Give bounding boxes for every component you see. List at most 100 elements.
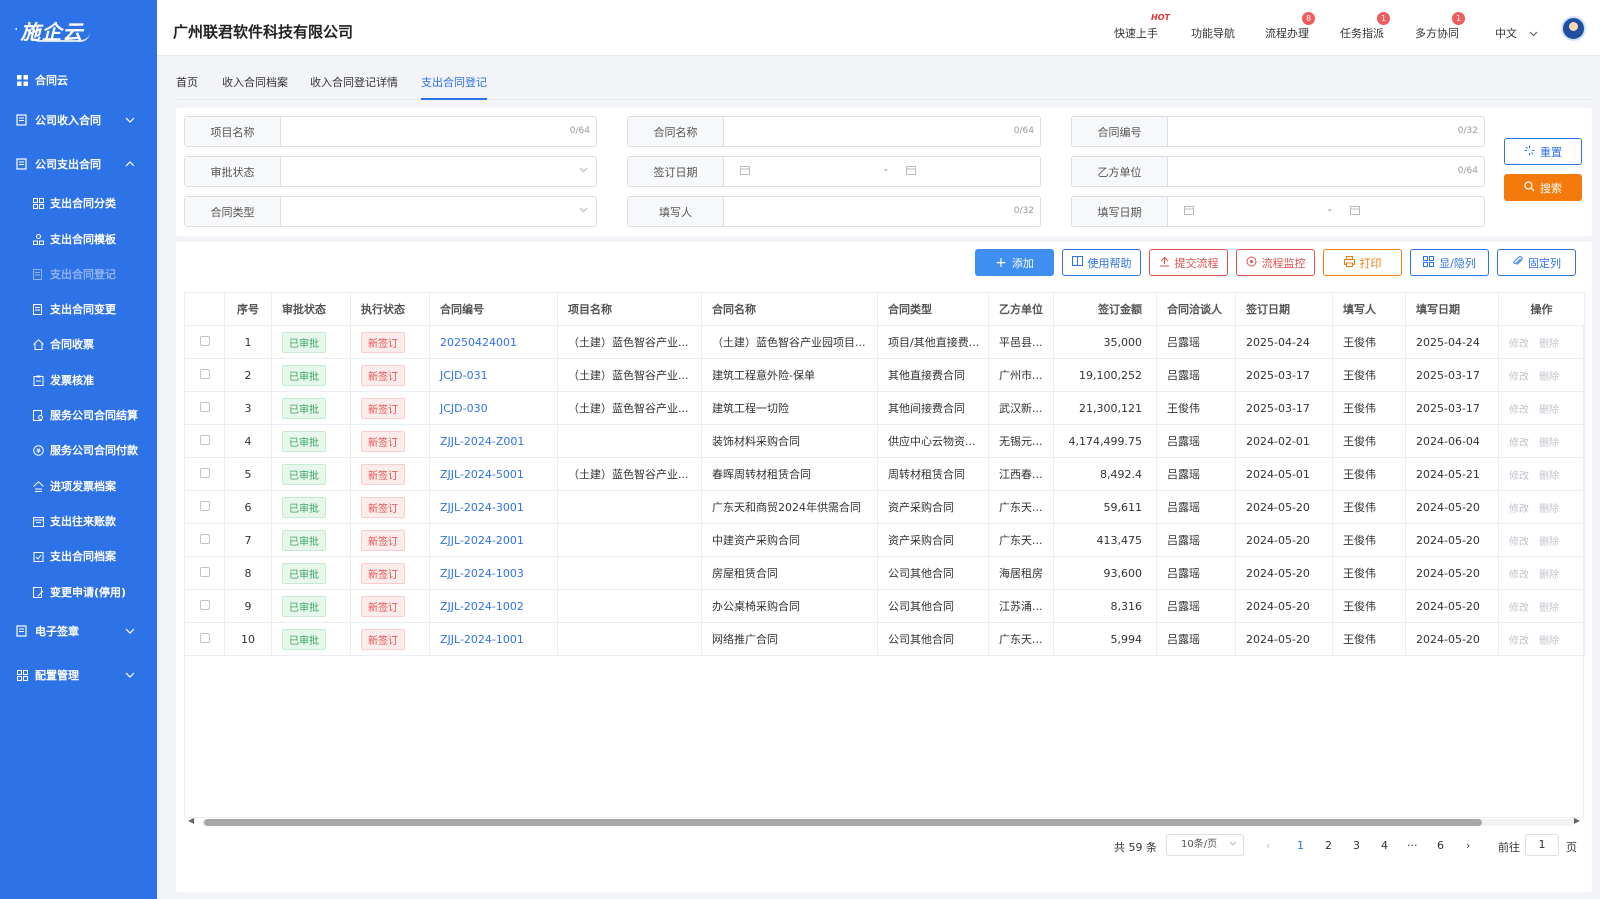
page-ellipsis[interactable]: ··· [1407, 839, 1418, 852]
fill-date-range[interactable]: - [1168, 197, 1484, 226]
collab-button[interactable]: 多方协同 1 [1415, 12, 1465, 41]
contract-no-cell[interactable]: ZJJL-2024-1002 [429, 589, 558, 623]
contract-no-link[interactable]: JCJD-030 [440, 402, 488, 415]
sidebar-item-expense-register[interactable]: 支出合同登记 [0, 260, 157, 288]
goto-page-input[interactable]: 1 [1525, 834, 1559, 856]
checkbox-cell[interactable] [184, 523, 225, 557]
delete-button[interactable]: 删除 [1539, 570, 1559, 581]
checkbox-cell[interactable] [184, 424, 225, 458]
row-checkbox[interactable] [199, 467, 210, 478]
function-nav-button[interactable]: 功能导航 [1191, 25, 1235, 41]
row-checkbox[interactable] [199, 368, 210, 379]
next-page-icon[interactable]: › [1466, 839, 1470, 852]
nav-expense-contract[interactable]: 公司支出合同 [0, 150, 157, 178]
edit-button[interactable]: 修改 [1509, 372, 1529, 383]
edit-button[interactable]: 修改 [1509, 570, 1529, 581]
nav-config[interactable]: 配置管理 [0, 661, 157, 689]
task-button[interactable]: 任务指派 1 [1340, 12, 1390, 41]
page-number[interactable]: 3 [1353, 839, 1360, 852]
checkbox-cell[interactable] [184, 325, 225, 359]
tab-income-archive[interactable]: 收入合同档案 [222, 74, 288, 98]
sidebar-item-input-invoice[interactable]: 进项发票档案 [0, 472, 157, 500]
sidebar-item-invoice-approve[interactable]: 发票核准 [0, 366, 157, 394]
checkbox-cell[interactable] [184, 391, 225, 425]
quick-start-button[interactable]: 快速上手 HOT [1114, 13, 1170, 41]
reset-button[interactable]: 重置 [1504, 138, 1582, 165]
row-checkbox[interactable] [199, 401, 210, 412]
sign-date-range[interactable]: - [724, 157, 1040, 186]
delete-button[interactable]: 删除 [1539, 438, 1559, 449]
edit-button[interactable]: 修改 [1509, 636, 1529, 647]
sidebar-item-receive-invoice[interactable]: 合同收票 [0, 330, 157, 358]
contract-no-link[interactable]: ZJJL-2024-Z001 [440, 435, 524, 448]
show-hide-columns-button[interactable]: 显/隐列 [1410, 249, 1489, 276]
contract-no-link[interactable]: 20250424001 [440, 336, 517, 349]
contract-no-cell[interactable]: ZJJL-2024-2001 [429, 523, 558, 557]
delete-button[interactable]: 删除 [1539, 636, 1559, 647]
nav-home[interactable]: 合同云 [0, 66, 157, 94]
edit-button[interactable]: 修改 [1509, 339, 1529, 350]
contract-no-link[interactable]: ZJJL-2024-1001 [440, 633, 524, 646]
tab-expense-register[interactable]: 支出合同登记 [421, 74, 487, 100]
contract-no-link[interactable]: ZJJL-2024-5001 [440, 468, 524, 481]
horizontal-scrollbar[interactable]: ◀ ▶ [184, 816, 1584, 828]
contract-no-link[interactable]: JCJD-031 [440, 369, 488, 382]
contract-no-link[interactable]: ZJJL-2024-2001 [440, 534, 524, 547]
delete-button[interactable]: 删除 [1539, 471, 1559, 482]
search-button[interactable]: 搜索 [1504, 174, 1582, 201]
row-checkbox[interactable] [199, 500, 210, 511]
print-button[interactable]: 打印 [1323, 249, 1402, 276]
add-button[interactable]: + 添加 [975, 249, 1054, 276]
contract-no-cell[interactable]: JCJD-031 [429, 358, 558, 392]
row-checkbox[interactable] [199, 533, 210, 544]
sidebar-item-accounts[interactable]: 支出往来账款 [0, 507, 157, 535]
help-button[interactable]: 使用帮助 [1062, 249, 1141, 276]
page-number[interactable]: 2 [1325, 839, 1332, 852]
project-name-input[interactable]: 0/64 [281, 117, 596, 146]
contract-no-link[interactable]: ZJJL-2024-1003 [440, 567, 524, 580]
row-checkbox[interactable] [199, 599, 210, 610]
submit-flow-button[interactable]: 提交流程 [1149, 249, 1228, 276]
contract-no-cell[interactable]: ZJJL-2024-Z001 [429, 424, 558, 458]
page-number[interactable]: 6 [1437, 839, 1444, 852]
contract-name-input[interactable]: 0/64 [724, 117, 1040, 146]
delete-button[interactable]: 删除 [1539, 372, 1559, 383]
checkbox-cell[interactable] [184, 457, 225, 491]
filler-input[interactable]: 0/32 [724, 197, 1040, 226]
sidebar-item-service-payment[interactable]: ¥ 服务公司合同付款 [0, 436, 157, 464]
delete-button[interactable]: 删除 [1539, 504, 1559, 515]
sidebar-item-expense-archive[interactable]: 支出合同档案 [0, 542, 157, 570]
row-checkbox[interactable] [199, 434, 210, 445]
fix-column-button[interactable]: 固定列 [1497, 249, 1576, 276]
sidebar-item-expense-template[interactable]: 支出合同模板 [0, 225, 157, 253]
row-checkbox[interactable] [199, 566, 210, 577]
scroll-left-icon[interactable]: ◀ [188, 816, 194, 825]
contract-no-cell[interactable]: ZJJL-2024-1001 [429, 622, 558, 656]
contract-no-input[interactable]: 0/32 [1168, 117, 1484, 146]
checkbox-cell[interactable] [184, 622, 225, 656]
page-size-select[interactable]: 10条/页 [1166, 834, 1244, 856]
edit-button[interactable]: 修改 [1509, 438, 1529, 449]
nav-income-contract[interactable]: 公司收入合同 [0, 106, 157, 134]
tab-income-detail[interactable]: 收入合同登记详情 [310, 74, 398, 98]
flow-button[interactable]: 流程办理 8 [1265, 12, 1315, 41]
sidebar-item-change-request[interactable]: 变更申请(停用) [0, 578, 157, 606]
row-checkbox[interactable] [199, 632, 210, 643]
select-all-header[interactable] [184, 292, 225, 326]
scroll-right-icon[interactable]: ▶ [1574, 816, 1580, 825]
prev-page-icon[interactable]: ‹ [1266, 839, 1270, 852]
language-select[interactable]: 中文 [1495, 25, 1538, 41]
avatar[interactable] [1561, 16, 1586, 41]
contract-no-link[interactable]: ZJJL-2024-1002 [440, 600, 524, 613]
delete-button[interactable]: 删除 [1539, 603, 1559, 614]
contract-no-cell[interactable]: ZJJL-2024-5001 [429, 457, 558, 491]
checkbox-cell[interactable] [184, 556, 225, 590]
tab-home[interactable]: 首页 [176, 74, 198, 98]
contract-no-cell[interactable]: ZJJL-2024-3001 [429, 490, 558, 524]
delete-button[interactable]: 删除 [1539, 339, 1559, 350]
sidebar-item-expense-category[interactable]: 支出合同分类 [0, 189, 157, 217]
contract-type-select[interactable] [281, 197, 596, 226]
checkbox-cell[interactable] [184, 490, 225, 524]
checkbox-cell[interactable] [184, 589, 225, 623]
edit-button[interactable]: 修改 [1509, 471, 1529, 482]
